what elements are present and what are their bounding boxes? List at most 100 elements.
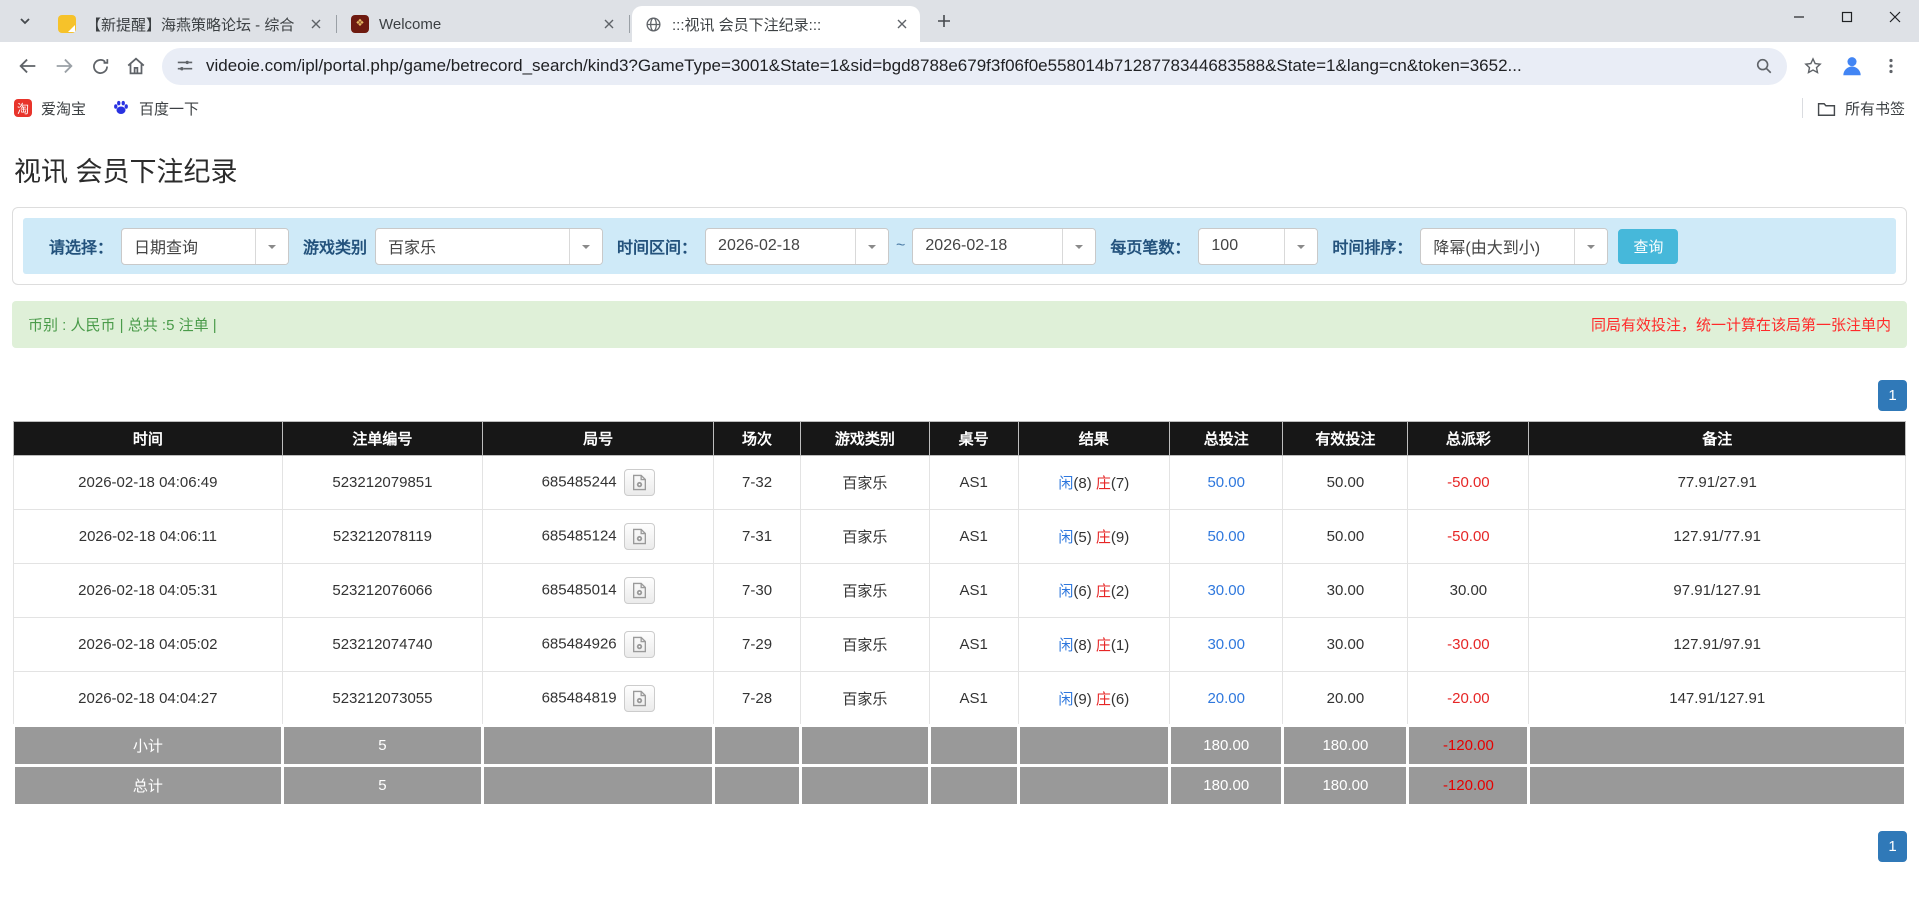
close-window-button[interactable] bbox=[1871, 0, 1919, 34]
tab-close-icon[interactable] bbox=[599, 14, 619, 34]
game-type-label: 游戏类别 bbox=[303, 234, 367, 258]
chevron-down-icon[interactable] bbox=[1284, 229, 1317, 264]
sum-empty bbox=[714, 726, 801, 766]
chevron-down-icon[interactable] bbox=[1062, 229, 1095, 264]
sort-order-select[interactable]: 降幂(由大到小) bbox=[1420, 228, 1608, 265]
cell-game-type: 百家乐 bbox=[801, 564, 930, 618]
column-header: 时间 bbox=[14, 422, 283, 456]
pagination-bottom: 1 bbox=[12, 831, 1907, 862]
browser-toolbar: videoie.com/ipl/portal.php/game/betrecor… bbox=[0, 42, 1919, 90]
chevron-down-icon[interactable] bbox=[855, 229, 888, 264]
chevron-down-icon[interactable] bbox=[255, 229, 288, 264]
forum-favicon-icon bbox=[58, 15, 76, 33]
taobao-favicon-icon: 淘 bbox=[14, 99, 32, 117]
result-player: 闲 bbox=[1058, 637, 1073, 654]
video-record-icon[interactable] bbox=[624, 523, 655, 550]
browser-tab-forum[interactable]: 【新提醒】海燕策略论坛 - 综合 bbox=[46, 6, 334, 42]
bookmark-aitaobao[interactable]: 淘 爱淘宝 bbox=[14, 98, 86, 119]
bookmark-label: 百度一下 bbox=[139, 98, 199, 119]
sum-empty bbox=[714, 766, 801, 806]
chevron-down-icon[interactable] bbox=[1574, 229, 1607, 264]
date-to-select[interactable]: 2026-02-18 bbox=[912, 228, 1096, 265]
date-range-label: 时间区间： bbox=[617, 234, 697, 258]
omnibox[interactable]: videoie.com/ipl/portal.php/game/betrecor… bbox=[162, 48, 1787, 85]
maximize-button[interactable] bbox=[1823, 0, 1871, 34]
bookmark-baidu[interactable]: 百度一下 bbox=[112, 98, 199, 119]
zoom-magnifier-icon[interactable] bbox=[1755, 57, 1773, 75]
video-record-icon[interactable] bbox=[624, 631, 655, 658]
result-banker: 庄 bbox=[1096, 475, 1111, 492]
sum-payout: -120.00 bbox=[1408, 766, 1529, 806]
cell-total-bet: 50.00 bbox=[1169, 456, 1283, 510]
cell-payout: -20.00 bbox=[1408, 672, 1529, 726]
sum-payout: -120.00 bbox=[1408, 726, 1529, 766]
site-info-tune-icon[interactable] bbox=[176, 57, 194, 75]
column-header: 结果 bbox=[1018, 422, 1169, 456]
bookmark-star-icon[interactable] bbox=[1795, 48, 1831, 84]
tab-close-icon[interactable] bbox=[892, 14, 912, 34]
chevron-down-icon[interactable] bbox=[569, 229, 602, 264]
page-1-button[interactable]: 1 bbox=[1878, 831, 1907, 862]
sum-empty bbox=[1018, 726, 1169, 766]
tab-close-icon[interactable] bbox=[306, 14, 326, 34]
tab-title: 【新提醒】海燕策略论坛 - 综合 bbox=[86, 14, 300, 35]
cell-result: 闲(5) 庄(9) bbox=[1018, 510, 1169, 564]
total-row: 总计5180.00180.00-120.00 bbox=[14, 766, 1906, 806]
column-header: 总投注 bbox=[1169, 422, 1283, 456]
bookmarks-right: 所有书签 bbox=[1802, 98, 1905, 119]
cell-session: 7-30 bbox=[714, 564, 801, 618]
all-bookmarks-button[interactable]: 所有书签 bbox=[1817, 98, 1905, 119]
browser-tab-welcome[interactable]: ❖ Welcome bbox=[339, 6, 627, 42]
tab-search-chevron-icon[interactable] bbox=[10, 6, 40, 36]
video-record-icon[interactable] bbox=[624, 685, 655, 712]
cell-remark: 77.91/27.91 bbox=[1529, 456, 1906, 510]
cell-round-no: 685484926 bbox=[483, 618, 714, 672]
table-header-row: 时间注单编号局号场次游戏类别桌号结果总投注有效投注总派彩备注 bbox=[14, 422, 1906, 456]
forward-icon[interactable] bbox=[46, 48, 82, 84]
back-icon[interactable] bbox=[10, 48, 46, 84]
browser-menu-dots-icon[interactable] bbox=[1873, 48, 1909, 84]
date-from-select[interactable]: 2026-02-18 bbox=[705, 228, 889, 265]
cell-table-no: AS1 bbox=[929, 456, 1018, 510]
home-icon[interactable] bbox=[118, 48, 154, 84]
column-header: 局号 bbox=[483, 422, 714, 456]
search-button[interactable]: 查询 bbox=[1618, 229, 1678, 264]
bet-record-table: 时间注单编号局号场次游戏类别桌号结果总投注有效投注总派彩备注 2026-02-1… bbox=[12, 421, 1907, 807]
sum-label: 总计 bbox=[14, 766, 283, 806]
column-header: 场次 bbox=[714, 422, 801, 456]
cell-table-no: AS1 bbox=[929, 510, 1018, 564]
result-banker: 庄 bbox=[1096, 637, 1111, 654]
query-type-select[interactable]: 日期查询 bbox=[121, 228, 289, 265]
video-record-icon[interactable] bbox=[624, 469, 655, 496]
globe-icon bbox=[644, 15, 662, 33]
reload-icon[interactable] bbox=[82, 48, 118, 84]
url-text[interactable]: videoie.com/ipl/portal.php/game/betrecor… bbox=[206, 56, 1745, 76]
tab-strip: 【新提醒】海燕策略论坛 - 综合 ❖ Welcome :::视讯 会员下注纪录:… bbox=[0, 0, 1919, 42]
currency-summary-text: 币别 : 人民币 | 总共 :5 注单 | bbox=[28, 314, 217, 335]
sum-total-bet: 180.00 bbox=[1169, 726, 1283, 766]
minimize-button[interactable] bbox=[1775, 0, 1823, 34]
subtotal-row: 小计5180.00180.00-120.00 bbox=[14, 726, 1906, 766]
new-tab-button[interactable] bbox=[930, 7, 958, 35]
browser-tab-betrecord[interactable]: :::视讯 会员下注纪录::: bbox=[632, 6, 920, 42]
cell-table-no: AS1 bbox=[929, 618, 1018, 672]
sum-empty bbox=[929, 766, 1018, 806]
cell-session: 7-28 bbox=[714, 672, 801, 726]
pagination-top: 1 bbox=[12, 380, 1907, 411]
result-player: 闲 bbox=[1058, 475, 1073, 492]
tab-divider bbox=[336, 15, 337, 33]
window-controls bbox=[1775, 0, 1919, 34]
sum-empty bbox=[1529, 766, 1906, 806]
game-type-select[interactable]: 百家乐 bbox=[375, 228, 603, 265]
sum-valid-bet: 180.00 bbox=[1283, 726, 1408, 766]
cell-game-type: 百家乐 bbox=[801, 672, 930, 726]
page-1-button[interactable]: 1 bbox=[1878, 380, 1907, 411]
cell-time: 2026-02-18 04:04:27 bbox=[14, 672, 283, 726]
table-row: 2026-02-18 04:04:27523212073055685484819… bbox=[14, 672, 1906, 726]
cell-bet-id: 523212073055 bbox=[282, 672, 483, 726]
page-size-select[interactable]: 100 bbox=[1198, 228, 1318, 265]
baidu-paw-favicon-icon bbox=[112, 99, 130, 117]
video-record-icon[interactable] bbox=[624, 577, 655, 604]
profile-avatar[interactable] bbox=[1835, 49, 1869, 83]
welcome-favicon-icon: ❖ bbox=[351, 15, 369, 33]
